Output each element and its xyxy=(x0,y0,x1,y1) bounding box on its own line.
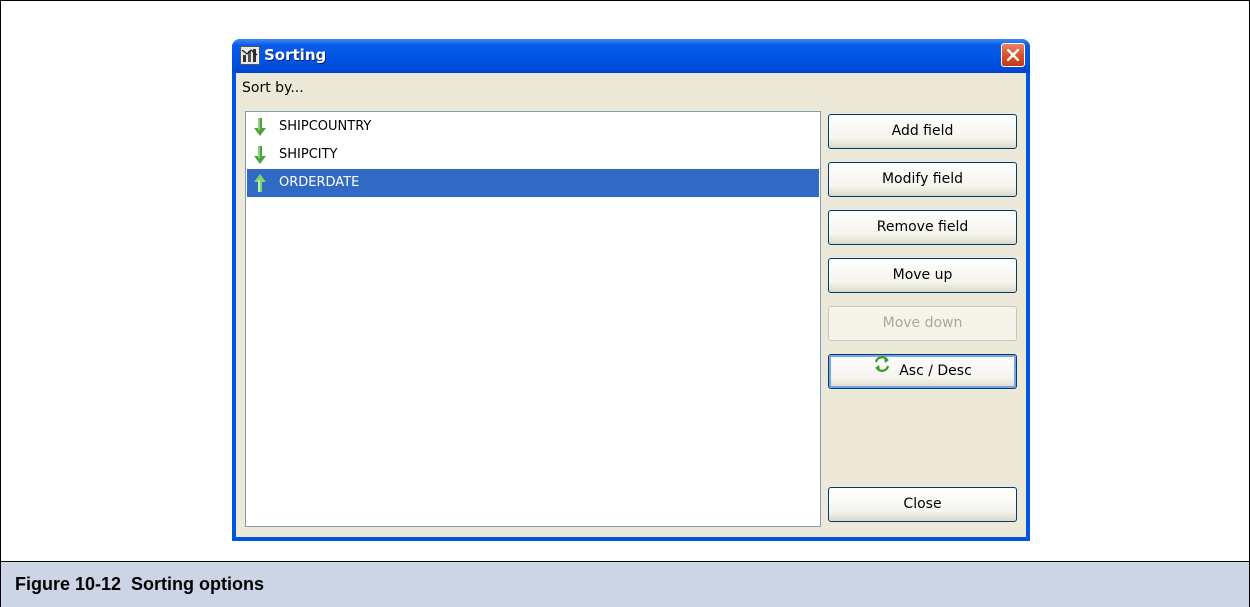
dialog-title: Sorting xyxy=(264,46,327,64)
arrow-down-green-icon xyxy=(254,145,266,165)
figure-frame: Sorting Sort by... SHIPCOUNTRY SHIPCITY … xyxy=(0,0,1250,607)
add-field-button[interactable]: Add field xyxy=(828,114,1017,149)
arrow-up-green-icon xyxy=(254,173,266,193)
asc-desc-label: Asc / Desc xyxy=(899,363,972,379)
sort-fields-list[interactable]: SHIPCOUNTRY SHIPCITY ORDERDATE xyxy=(245,111,821,527)
list-item-shipcity[interactable]: SHIPCITY xyxy=(247,141,819,169)
close-button[interactable]: Close xyxy=(828,487,1017,522)
move-down-button[interactable]: Move down xyxy=(828,306,1017,341)
sort-by-label: Sort by... xyxy=(242,80,304,96)
close-window-button[interactable] xyxy=(1001,43,1025,67)
swap-arrows-icon xyxy=(873,353,891,386)
remove-field-button[interactable]: Remove field xyxy=(828,210,1017,245)
dialog-client-area: Sort by... SHIPCOUNTRY SHIPCITY ORDERDAT… xyxy=(236,73,1026,537)
asc-desc-button[interactable]: Asc / Desc xyxy=(828,354,1017,389)
title-bar[interactable]: Sorting xyxy=(232,39,1030,73)
move-up-button[interactable]: Move up xyxy=(828,258,1017,293)
list-item-label: SHIPCOUNTRY xyxy=(279,119,372,134)
list-item-orderdate[interactable]: ORDERDATE xyxy=(247,169,819,197)
list-item-shipcountry[interactable]: SHIPCOUNTRY xyxy=(247,113,819,141)
arrow-down-green-icon xyxy=(254,117,266,137)
report-icon xyxy=(240,46,260,65)
figure-caption-bar: Figure 10-12 Sorting options xyxy=(1,561,1249,607)
close-icon xyxy=(1007,49,1019,61)
figure-caption: Figure 10-12 Sorting options xyxy=(15,574,265,594)
list-item-label: ORDERDATE xyxy=(279,175,360,190)
sorting-dialog: Sorting Sort by... SHIPCOUNTRY SHIPCITY … xyxy=(232,39,1030,541)
list-item-label: SHIPCITY xyxy=(279,147,338,162)
modify-field-button[interactable]: Modify field xyxy=(828,162,1017,197)
